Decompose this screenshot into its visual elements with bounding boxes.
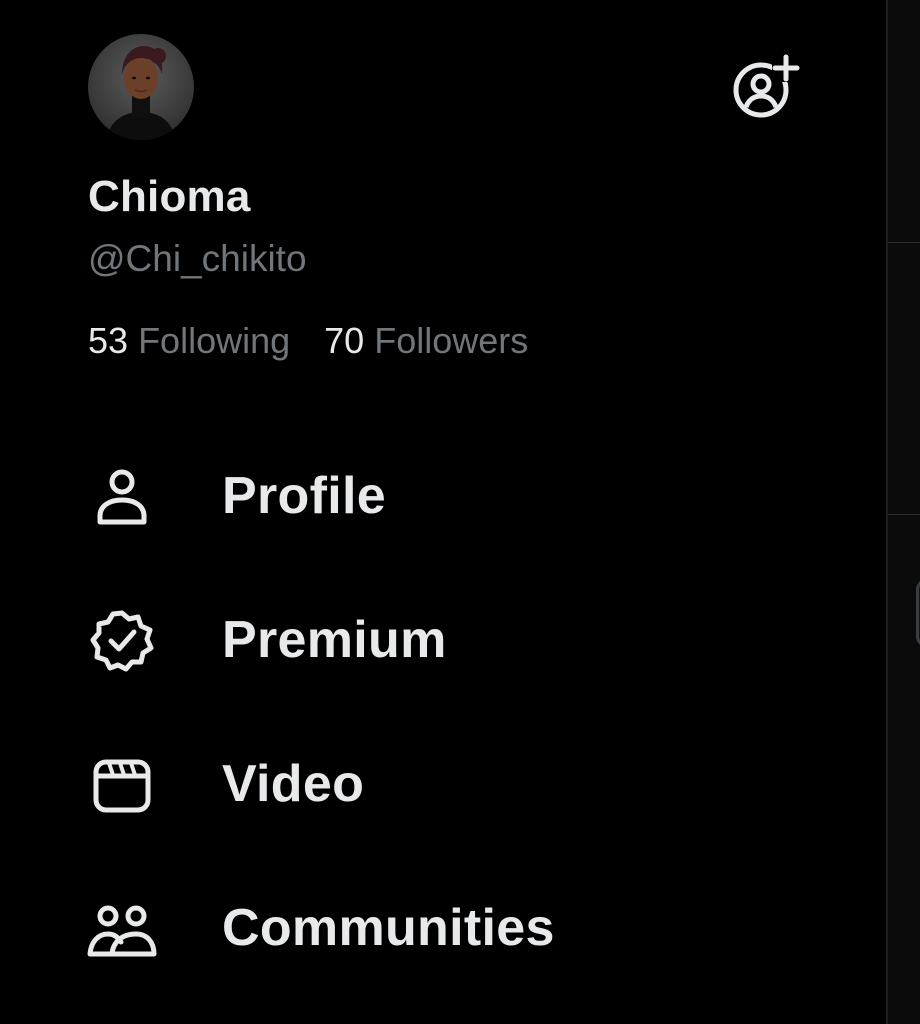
add-account-button[interactable] [730, 54, 800, 120]
menu-label-video: Video [222, 755, 365, 813]
divider [888, 514, 920, 515]
followers-link[interactable]: 70 Followers [324, 320, 528, 362]
menu-item-video[interactable]: Video [84, 744, 804, 824]
divider [888, 242, 920, 243]
verified-badge-icon [84, 602, 160, 678]
user-handle[interactable]: @Chi_chikito [88, 238, 307, 280]
menu-item-profile[interactable]: Profile [84, 456, 804, 536]
follow-stats: 53 Following 70 Followers [88, 320, 528, 362]
followers-count: 70 [324, 320, 365, 361]
person-icon [84, 458, 160, 534]
communities-icon [84, 890, 160, 966]
menu-label-premium: Premium [222, 611, 447, 669]
avatar[interactable] [88, 34, 194, 140]
menu-item-communities[interactable]: Communities [84, 888, 804, 968]
add-account-icon [733, 54, 800, 118]
following-link[interactable]: 53 Following [88, 320, 290, 362]
side-drawer: Chioma @Chi_chikito 53 Following 70 Foll… [0, 0, 886, 1024]
menu-item-premium[interactable]: Premium [84, 600, 804, 680]
display-name[interactable]: Chioma [88, 172, 251, 222]
avatar-image [88, 34, 194, 140]
video-clapper-icon [84, 746, 160, 822]
followers-label: Followers [374, 320, 529, 361]
following-label: Following [138, 320, 291, 361]
following-count: 53 [88, 320, 129, 361]
background-timeline-edge [886, 0, 920, 1024]
avatar-partial [916, 578, 920, 648]
menu-label-profile: Profile [222, 467, 386, 525]
menu-label-communities: Communities [222, 899, 555, 957]
